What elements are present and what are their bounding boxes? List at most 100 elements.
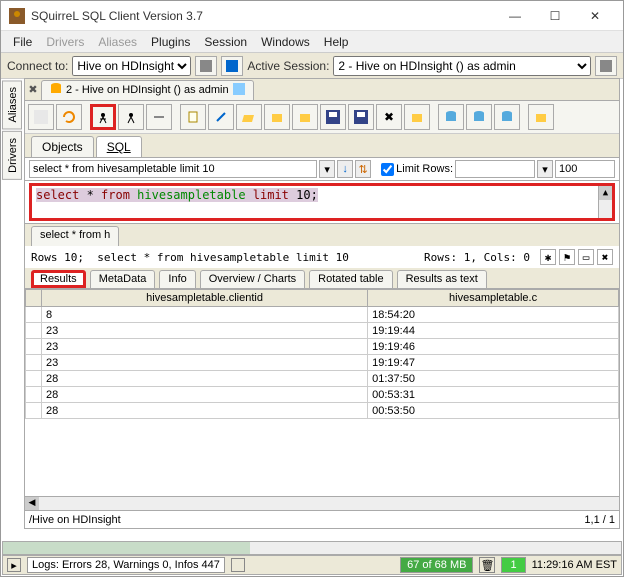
subtab-rotated[interactable]: Rotated table <box>309 270 392 288</box>
tab-objects[interactable]: Objects <box>31 136 94 157</box>
close-button[interactable]: ✕ <box>575 2 615 30</box>
tb-saveas-icon[interactable] <box>348 104 374 130</box>
subtab-text[interactable]: Results as text <box>397 270 487 288</box>
table-row[interactable]: 2800:53:31 <box>26 387 619 403</box>
connect-bar: Connect to: Hive on HDInsight Active Ses… <box>1 53 623 79</box>
menu-file[interactable]: File <box>7 33 38 51</box>
table-row[interactable]: 2319:19:46 <box>26 339 619 355</box>
side-tabs: Aliases Drivers <box>2 80 22 180</box>
minimize-button[interactable]: — <box>495 2 535 30</box>
row-header[interactable] <box>26 290 42 307</box>
subtab-metadata[interactable]: MetaData <box>90 270 156 288</box>
titlebar: SQuirreL SQL Client Version 3.7 — ☐ ✕ <box>1 1 623 31</box>
session-tab[interactable]: 2 - Hive on HDInsight () as admin <box>41 80 254 100</box>
close-result-icon[interactable]: ✖ <box>597 249 613 265</box>
outer-scrollbar[interactable] <box>2 541 622 555</box>
menu-help[interactable]: Help <box>318 33 355 51</box>
result-meta: Rows 10; select * from hivesampletable l… <box>25 246 619 268</box>
table-row[interactable]: 2319:19:47 <box>26 355 619 371</box>
maximize-button[interactable]: ☐ <box>535 2 575 30</box>
new-session-icon[interactable] <box>221 56 243 76</box>
gc-icon[interactable]: 🗑 <box>479 557 495 573</box>
tb-refresh-icon[interactable] <box>56 104 82 130</box>
run-sql-button[interactable] <box>90 104 116 130</box>
tb-open-icon[interactable] <box>236 104 262 130</box>
menu-windows[interactable]: Windows <box>255 33 316 51</box>
table-row[interactable]: 2801:37:50 <box>26 371 619 387</box>
sql-editor[interactable]: select * from hivesampletable limit 10; … <box>29 183 615 221</box>
tb-folder4-icon[interactable] <box>528 104 554 130</box>
result-counts: Rows: 1, Cols: 0 <box>424 251 530 264</box>
memory-text[interactable]: 67 of 68 MB <box>400 557 473 573</box>
session-action-icon[interactable] <box>595 56 617 76</box>
table-row[interactable]: 2319:19:44 <box>26 323 619 339</box>
tb-catalog-icon[interactable] <box>28 104 54 130</box>
app-icon <box>9 8 25 24</box>
subtab-results[interactable]: Results <box>31 270 86 288</box>
editor-scrollbar[interactable]: ▲ <box>598 186 612 218</box>
menu-plugins[interactable]: Plugins <box>145 33 196 51</box>
subtab-overview[interactable]: Overview / Charts <box>200 270 305 288</box>
session-tabs: ✖ 2 - Hive on HDInsight () as admin <box>25 79 619 101</box>
query-history-input[interactable] <box>29 160 317 178</box>
result-tab[interactable]: select * from h <box>31 226 119 246</box>
sidetab-aliases[interactable]: Aliases <box>2 80 22 129</box>
tb-folder3-icon[interactable] <box>404 104 430 130</box>
tb-folder2-icon[interactable] <box>292 104 318 130</box>
col-clientid[interactable]: hivesampletable.clientid <box>42 290 368 307</box>
session-menu-icon[interactable] <box>233 83 245 98</box>
path-bar: /Hive on HDInsight 1,1 / 1 <box>25 510 619 528</box>
tab-sql[interactable]: SQL <box>96 136 142 157</box>
pin-icon[interactable]: ⚑ <box>559 249 575 265</box>
limit-value-input[interactable] <box>555 160 615 178</box>
menubar: File Drivers Aliases Plugins Session Win… <box>1 31 623 53</box>
limit-rows-checkbox[interactable] <box>381 163 394 176</box>
db-icon <box>50 82 62 99</box>
work-area: ✖ 2 - Hive on HDInsight () as admin ✖ Ob… <box>24 78 620 529</box>
table-row[interactable]: 2800:53:50 <box>26 403 619 419</box>
status-bar: ▸ Logs: Errors 28, Warnings 0, Infos 447… <box>2 541 622 575</box>
result-query: select * from hivesampletable limit 10 <box>97 251 349 264</box>
tb-new-icon[interactable] <box>180 104 206 130</box>
history-dropdown-icon[interactable]: ▾ <box>319 160 335 178</box>
log-expand-icon[interactable] <box>231 558 245 572</box>
toolbar: ✖ <box>25 101 619 134</box>
close-all-sessions-icon[interactable]: ✖ <box>25 83 41 96</box>
col-c[interactable]: hivesampletable.c <box>368 290 619 307</box>
connect-icon[interactable] <box>195 56 217 76</box>
session-count: 1 <box>501 557 525 573</box>
results-table: hivesampletable.clientid hivesampletable… <box>25 288 619 496</box>
tb-wizard-icon[interactable] <box>208 104 234 130</box>
h-scrollbar[interactable]: ◀ <box>25 496 619 510</box>
tb-option-icon[interactable] <box>146 104 172 130</box>
connect-alias-select[interactable]: Hive on HDInsight <box>72 56 191 76</box>
query-bar: ▾ ↓ ⇅ Limit Rows: ▾ <box>25 157 619 181</box>
export-icon[interactable]: ▭ <box>578 249 594 265</box>
tb-db3-icon[interactable] <box>494 104 520 130</box>
active-session-select[interactable]: 2 - Hive on HDInsight () as admin <box>333 56 591 76</box>
sidetab-drivers[interactable]: Drivers <box>2 131 22 180</box>
table-row[interactable]: 818:54:20 <box>26 307 619 323</box>
limit-dropdown-icon[interactable]: ▾ <box>537 160 553 178</box>
result-subtabs: Results MetaData Info Overview / Charts … <box>25 268 619 288</box>
tb-save-icon[interactable] <box>320 104 346 130</box>
menu-drivers[interactable]: Drivers <box>40 33 90 51</box>
tb-db1-icon[interactable] <box>438 104 464 130</box>
rerun-icon[interactable]: ✱ <box>540 249 556 265</box>
subtab-info[interactable]: Info <box>159 270 195 288</box>
tb-folder1-icon[interactable] <box>264 104 290 130</box>
tb-delete-icon[interactable]: ✖ <box>376 104 402 130</box>
limit-dropdown[interactable] <box>455 160 535 178</box>
menu-session[interactable]: Session <box>198 33 253 51</box>
log-toggle-icon[interactable]: ▸ <box>7 558 21 572</box>
logs-text[interactable]: Logs: Errors 28, Warnings 0, Infos 447 <box>27 557 225 573</box>
tb-db2-icon[interactable] <box>466 104 492 130</box>
window-title: SQuirreL SQL Client Version 3.7 <box>31 9 495 23</box>
run-all-sql-button[interactable] <box>118 104 144 130</box>
sort-icon[interactable]: ⇅ <box>355 160 371 178</box>
active-session-label: Active Session: <box>247 59 329 73</box>
rowcount: Rows 10; <box>31 251 84 264</box>
arrow-down-icon[interactable]: ↓ <box>337 160 353 178</box>
menu-aliases[interactable]: Aliases <box>92 33 143 51</box>
session-tab-label: 2 - Hive on HDInsight () as admin <box>66 84 229 96</box>
